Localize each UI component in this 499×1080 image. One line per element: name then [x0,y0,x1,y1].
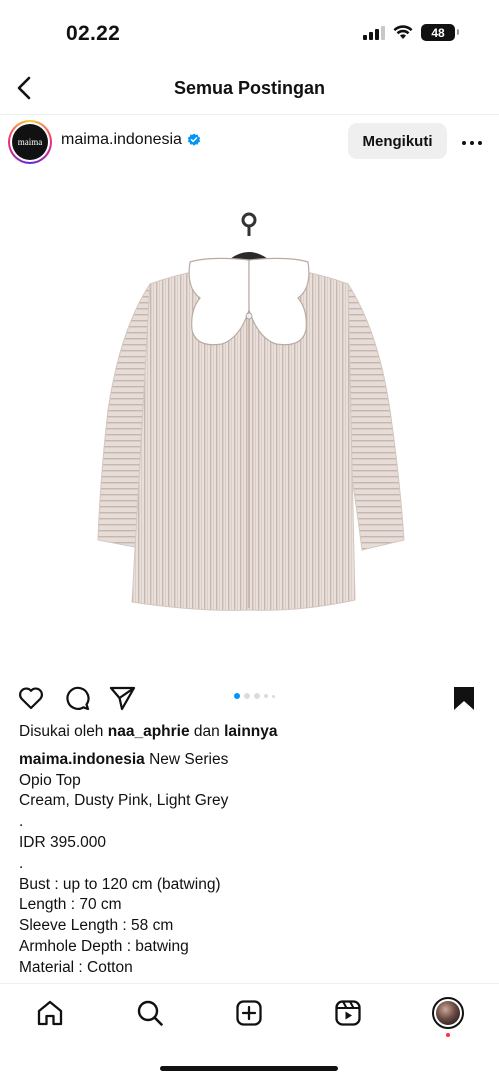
comment-icon[interactable] [63,684,91,712]
create-post-icon[interactable] [234,998,264,1028]
status-icons: 48 [363,24,459,41]
save-bookmark-icon[interactable] [450,684,478,712]
caption-line: Armhole Depth : batwing [19,937,189,955]
wifi-icon [393,25,413,39]
caption-line: Bust : up to 120 cm (batwing) [19,875,221,893]
more-options-icon[interactable] [460,131,484,155]
likes-others[interactable]: lainnya [224,723,277,740]
post-username[interactable]: maima.indonesia [61,131,182,149]
verified-badge-icon [187,133,201,146]
carousel-dot [254,693,260,699]
like-heart-icon[interactable] [17,684,45,712]
following-button[interactable]: Mengikuti [348,123,447,159]
carousel-dot [244,693,250,699]
notification-dot [446,1033,450,1037]
caption-line: Length : 70 cm [19,896,122,914]
avatar[interactable]: maima [8,120,52,164]
likes-summary[interactable]: Disukai oleh naa_aphrie dan lainnya [19,722,484,743]
bottom-nav [0,983,499,1080]
carousel-dots [234,693,275,699]
caption-author[interactable]: maima.indonesia [19,751,145,768]
caption-line: IDR 395.000 [19,833,107,851]
profile-tab-avatar[interactable] [432,997,464,1029]
caption-area: Disukai oleh naa_aphrie dan lainnya maim… [19,722,484,979]
status-bar: 02.22 48 [0,0,499,64]
blouse-illustration [97,212,405,611]
carousel-dot [264,694,268,698]
carousel-dot-active [234,693,240,699]
status-time: 02.22 [66,22,121,45]
nav-header: Semua Postingan [0,64,499,114]
search-icon[interactable] [135,998,165,1028]
caption-line: . [19,854,24,872]
caption-line: Sleeve Length : 58 cm [19,917,174,935]
caption-text: New Series [149,750,229,768]
caption-line: Opio Top [19,771,81,789]
likes-prefix: Disukai oleh [19,723,104,740]
caption-line: . [19,813,24,831]
username-row[interactable]: maima.indonesia [61,131,201,149]
caption-line: Cream, Dusty Pink, Light Grey [19,792,229,810]
page-title: Semua Postingan [173,78,326,98]
reels-icon[interactable] [333,998,363,1028]
action-bar [0,680,499,716]
signal-icon [363,25,385,40]
share-send-icon[interactable] [108,684,136,712]
home-icon[interactable] [35,998,65,1028]
home-indicator [160,1066,338,1071]
post-header: maima maima.indonesia Mengikuti [0,114,499,170]
battery-icon: 48 [421,24,459,41]
likes-conjunction: dan [193,723,220,740]
caption-line: Material : Cotton [19,958,133,976]
profile-picture [436,1001,460,1025]
post-image[interactable] [0,170,499,677]
avatar-logo: maima [12,124,48,160]
liked-by-user[interactable]: naa_aphrie [108,723,190,740]
caption-first-line: maima.indonesia New Series [19,750,484,771]
battery-level: 48 [431,25,445,40]
carousel-dot [272,694,275,698]
